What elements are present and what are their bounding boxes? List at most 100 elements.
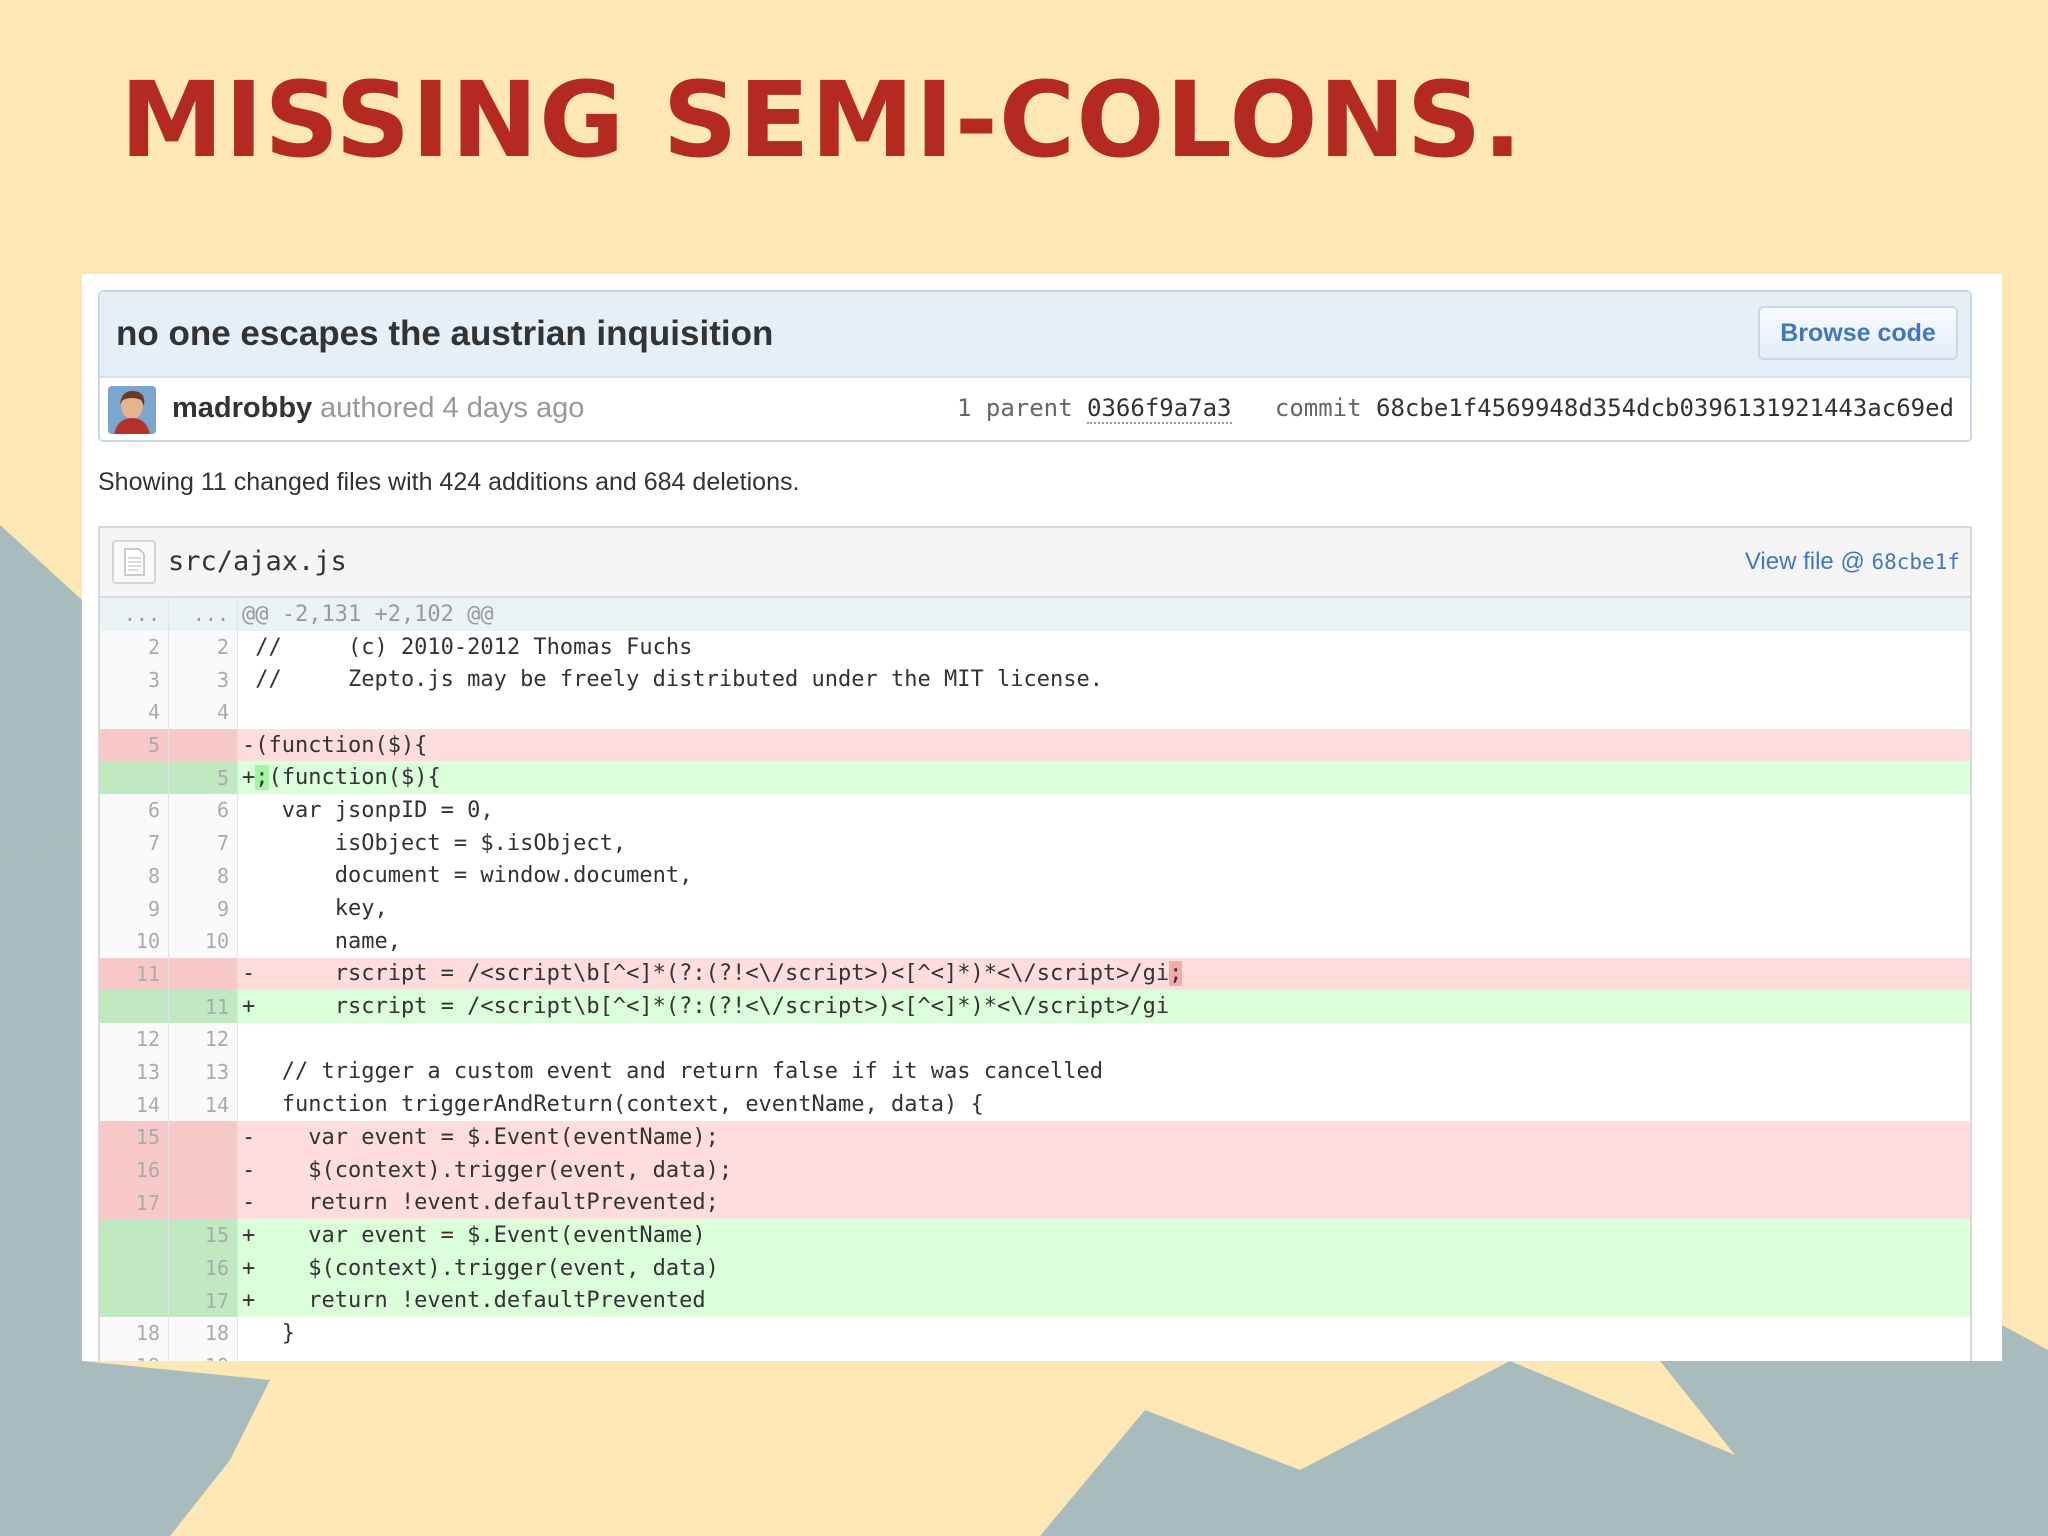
commit-meta: madrobby authored 4 days ago 1 parent 03… [100, 378, 1970, 440]
new-line-number[interactable] [168, 1153, 238, 1187]
diff-line: 13 13 // trigger a custom event and retur… [100, 1055, 1970, 1089]
code-text: name, [242, 928, 401, 954]
old-line-number[interactable]: 4 [100, 696, 169, 729]
code-text: // (c) 2010-2012 Thomas Fuchs [242, 634, 693, 660]
new-line-number[interactable]: 19 [168, 1349, 238, 1361]
new-line-number[interactable]: 15 [168, 1219, 238, 1252]
old-line-number[interactable] [100, 1284, 169, 1318]
hunk-header-row: ... ... @@ -2,131 +2,102 @@ [100, 598, 1970, 631]
old-line-number[interactable]: 6 [100, 794, 169, 827]
old-line-number[interactable]: 2 [100, 630, 169, 664]
new-line-number[interactable]: 14 [168, 1088, 238, 1121]
view-file-label: View file @ [1744, 548, 1865, 575]
new-line-number[interactable]: 5 [168, 761, 238, 795]
diff-line: 66 var jsonpID = 0, [100, 794, 1970, 827]
new-line-number[interactable] [168, 1186, 238, 1220]
new-line-number[interactable] [168, 728, 238, 762]
old-line-number: ... [100, 598, 169, 631]
diff-line: 10 10 name, [100, 924, 1970, 958]
view-file-sha: 68cbe1f [1871, 550, 1960, 574]
new-line-number[interactable]: 8 [168, 859, 238, 893]
highlighted-change: ; [255, 765, 269, 791]
new-line-number[interactable]: 11 [168, 990, 238, 1023]
diff-line: 33 // Zepto.js may be freely distributed… [100, 663, 1970, 697]
authored-time: authored 4 days ago [320, 392, 585, 424]
new-line-number[interactable]: 17 [168, 1284, 238, 1318]
parent-sha-link[interactable]: 0366f9a7a3 [1087, 394, 1232, 424]
diff-line: 18 18 } [100, 1317, 1970, 1350]
file-path: src/ajax.js [168, 546, 347, 577]
avatar[interactable] [108, 386, 156, 434]
github-commit-screenshot: no one escapes the austrian inquisition … [82, 274, 2002, 1361]
code-segment: - rscript = /<script\b[^<]*(?:(?!<\/scri… [242, 961, 1170, 987]
old-line-number[interactable]: 11 [100, 957, 169, 991]
diff-line: 44 [100, 696, 1970, 729]
code-text: -(function($){ [237, 728, 1970, 762]
new-line-number[interactable]: 12 [168, 1022, 238, 1056]
old-line-number[interactable]: 17 [100, 1186, 169, 1220]
new-line-number[interactable]: 13 [168, 1055, 238, 1089]
code-text [238, 1350, 1971, 1361]
diff-summary: Showing 11 changed files with 424 additi… [98, 468, 800, 496]
diff-line: 77 isObject = $.isObject, [100, 826, 1970, 860]
old-line-number[interactable] [100, 1251, 169, 1285]
diff-line: 99 key, [100, 892, 1970, 925]
old-line-number[interactable]: 12 [100, 1022, 169, 1056]
old-line-number[interactable]: 3 [100, 663, 169, 697]
author-name[interactable]: madrobby [172, 392, 312, 425]
code-text: - var event = $.Event(eventName); [237, 1121, 1970, 1154]
view-file-link[interactable]: View file @ 68cbe1f [1745, 548, 1960, 576]
code-text: // Zepto.js may be freely distributed un… [242, 667, 1103, 693]
code-text: key, [242, 896, 388, 922]
new-line-number[interactable] [168, 1121, 238, 1154]
diff-line-removed: 17 - return !event.defaultPrevented; [100, 1186, 1970, 1220]
new-line-number[interactable]: 9 [168, 892, 238, 925]
new-line-number[interactable]: 4 [168, 696, 238, 729]
new-line-number[interactable]: 10 [168, 924, 238, 958]
code-text: + $(context).trigger(event, data) [237, 1251, 1970, 1285]
new-line-number[interactable]: 6 [168, 794, 238, 827]
old-line-number[interactable]: 7 [100, 826, 169, 860]
code-text: + rscript = /<script\b[^<]*(?:(?!<\/scri… [237, 990, 1970, 1023]
diff-line-removed: 16 - $(context).trigger(event, data); [100, 1153, 1970, 1187]
code-text: var jsonpID = 0, [242, 797, 494, 823]
code-text: + return !event.defaultPrevented [237, 1284, 1970, 1318]
old-line-number[interactable]: 10 [100, 924, 169, 958]
code-text: isObject = $.isObject, [242, 830, 627, 856]
new-line-number[interactable]: 3 [168, 663, 238, 697]
old-line-number[interactable]: 15 [100, 1121, 169, 1154]
old-line-number[interactable]: 8 [100, 859, 169, 893]
old-line-number[interactable]: 9 [100, 892, 169, 925]
new-line-number[interactable]: 2 [168, 630, 238, 664]
new-line-number[interactable]: 16 [168, 1251, 238, 1285]
new-line-number[interactable]: 18 [168, 1317, 238, 1350]
diff-line-removed: 15 - var event = $.Event(eventName); [100, 1121, 1970, 1154]
old-line-number[interactable]: 5 [100, 728, 169, 762]
slide-title: MISSING SEMI-COLONS. [120, 59, 1524, 181]
code-text: } [242, 1320, 295, 1346]
old-line-number[interactable] [100, 990, 169, 1023]
commit-title-bar: no one escapes the austrian inquisition … [100, 292, 1970, 378]
diff-table: ... ... @@ -2,131 +2,102 @@ 22 // (c) 20… [100, 598, 1970, 1361]
old-line-number[interactable]: 18 [100, 1317, 169, 1350]
browse-code-button[interactable]: Browse code [1758, 306, 1958, 360]
code-text [238, 1023, 1971, 1056]
old-line-number[interactable] [100, 761, 169, 795]
diff-line: 1919 [100, 1349, 1971, 1361]
file-diff: src/ajax.js View file @ 68cbe1f ... ... … [98, 526, 1972, 1361]
new-line-number[interactable]: 7 [168, 826, 238, 860]
diff-line-added: 16 + $(context).trigger(event, data) [100, 1251, 1970, 1285]
old-line-number[interactable] [100, 1219, 169, 1252]
code-text: document = window.document, [242, 863, 693, 889]
diff-line-added: 5 +;(function($){ [100, 761, 1970, 795]
file-icon [112, 540, 156, 584]
new-line-number[interactable] [168, 957, 238, 991]
commit-message: no one escapes the austrian inquisition [116, 314, 774, 353]
code-text: +;(function($){ [237, 761, 1970, 795]
old-line-number[interactable]: 13 [100, 1055, 169, 1089]
old-line-number[interactable]: 14 [100, 1088, 169, 1121]
old-line-number[interactable]: 19 [100, 1349, 169, 1361]
old-line-number[interactable]: 16 [100, 1153, 169, 1187]
commit-shas: 1 parent 0366f9a7a3 commit 68cbe1f456994… [957, 394, 1954, 424]
file-header: src/ajax.js View file @ 68cbe1f [100, 528, 1970, 598]
